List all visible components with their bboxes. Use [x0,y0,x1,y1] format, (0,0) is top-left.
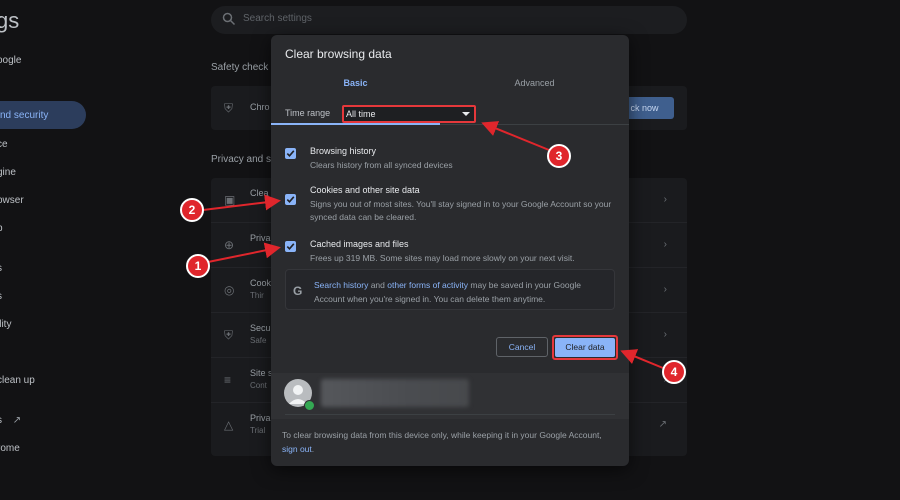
arrow-1 [207,242,281,263]
callout-4: 4 [662,360,686,384]
callout-2: 2 [180,198,204,222]
arrow-4 [620,349,664,369]
callout-3: 3 [547,144,571,168]
callout-1: 1 [186,254,210,278]
arrow-3 [481,121,550,151]
annotation-arrows [202,121,664,369]
arrow-2 [202,194,281,211]
